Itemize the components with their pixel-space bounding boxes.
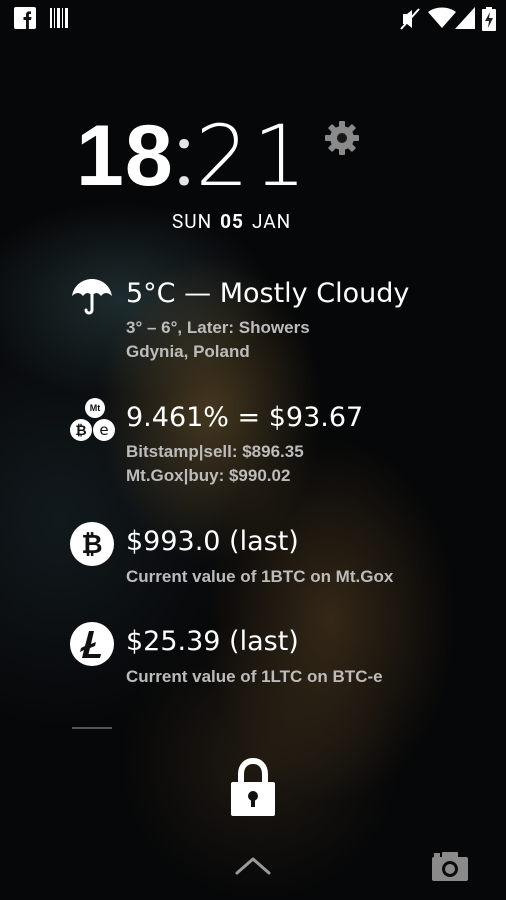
bitcoin-icon: ₿	[70, 522, 114, 566]
chevron-up-icon[interactable]	[235, 855, 271, 875]
litecoin-main: $25.39 (last)	[126, 626, 299, 657]
weather-detail: 3° – 6°, Later: Showers	[126, 318, 310, 337]
litecoin-sub: Current value of 1LTC on BTC-e	[126, 667, 383, 686]
gear-icon[interactable]	[324, 120, 360, 156]
clock-hours: 18	[76, 108, 174, 204]
exchange-main: 9.461% = $93.67	[126, 402, 364, 433]
camera-icon[interactable]	[430, 850, 470, 882]
umbrella-icon	[72, 279, 112, 315]
facebook-icon	[14, 7, 36, 29]
svg-text:₿: ₿	[81, 530, 102, 560]
clock-separator: :	[173, 105, 196, 206]
date-number: 05	[220, 210, 244, 233]
svg-text:₿: ₿	[75, 423, 86, 439]
exchange-line-1: Bitstamp|sell: $896.35	[126, 442, 304, 461]
status-bar	[0, 0, 506, 38]
bitcoin-sub: Current value of 1BTC on Mt.Gox	[126, 567, 394, 586]
exchange-line-2: Mt.Gox|buy: $990.02	[126, 466, 291, 485]
barcode-icon	[50, 8, 68, 28]
litecoin-icon	[70, 622, 114, 666]
bitcoin-main: $993.0 (last)	[126, 526, 299, 557]
battery-charging-icon	[482, 7, 496, 31]
exchange-icon: Mt ₿ e	[70, 398, 115, 441]
mute-icon	[400, 8, 420, 30]
lock-icon[interactable]	[231, 758, 275, 816]
svg-text:e: e	[99, 421, 108, 439]
date-day: SUN	[172, 210, 213, 233]
weather-main: 5°C — Mostly Cloudy	[126, 278, 410, 309]
signal-icon	[455, 7, 475, 29]
clock: 18:21	[76, 105, 311, 206]
weather-location: Gdynia, Poland	[126, 342, 250, 361]
clock-minutes: 21	[195, 107, 311, 205]
date: SUN 05 JAN	[172, 210, 291, 233]
exchange-icon-label: Mt	[90, 403, 101, 413]
wifi-icon	[428, 7, 456, 28]
date-month: JAN	[251, 210, 292, 233]
widget-divider	[72, 727, 112, 729]
